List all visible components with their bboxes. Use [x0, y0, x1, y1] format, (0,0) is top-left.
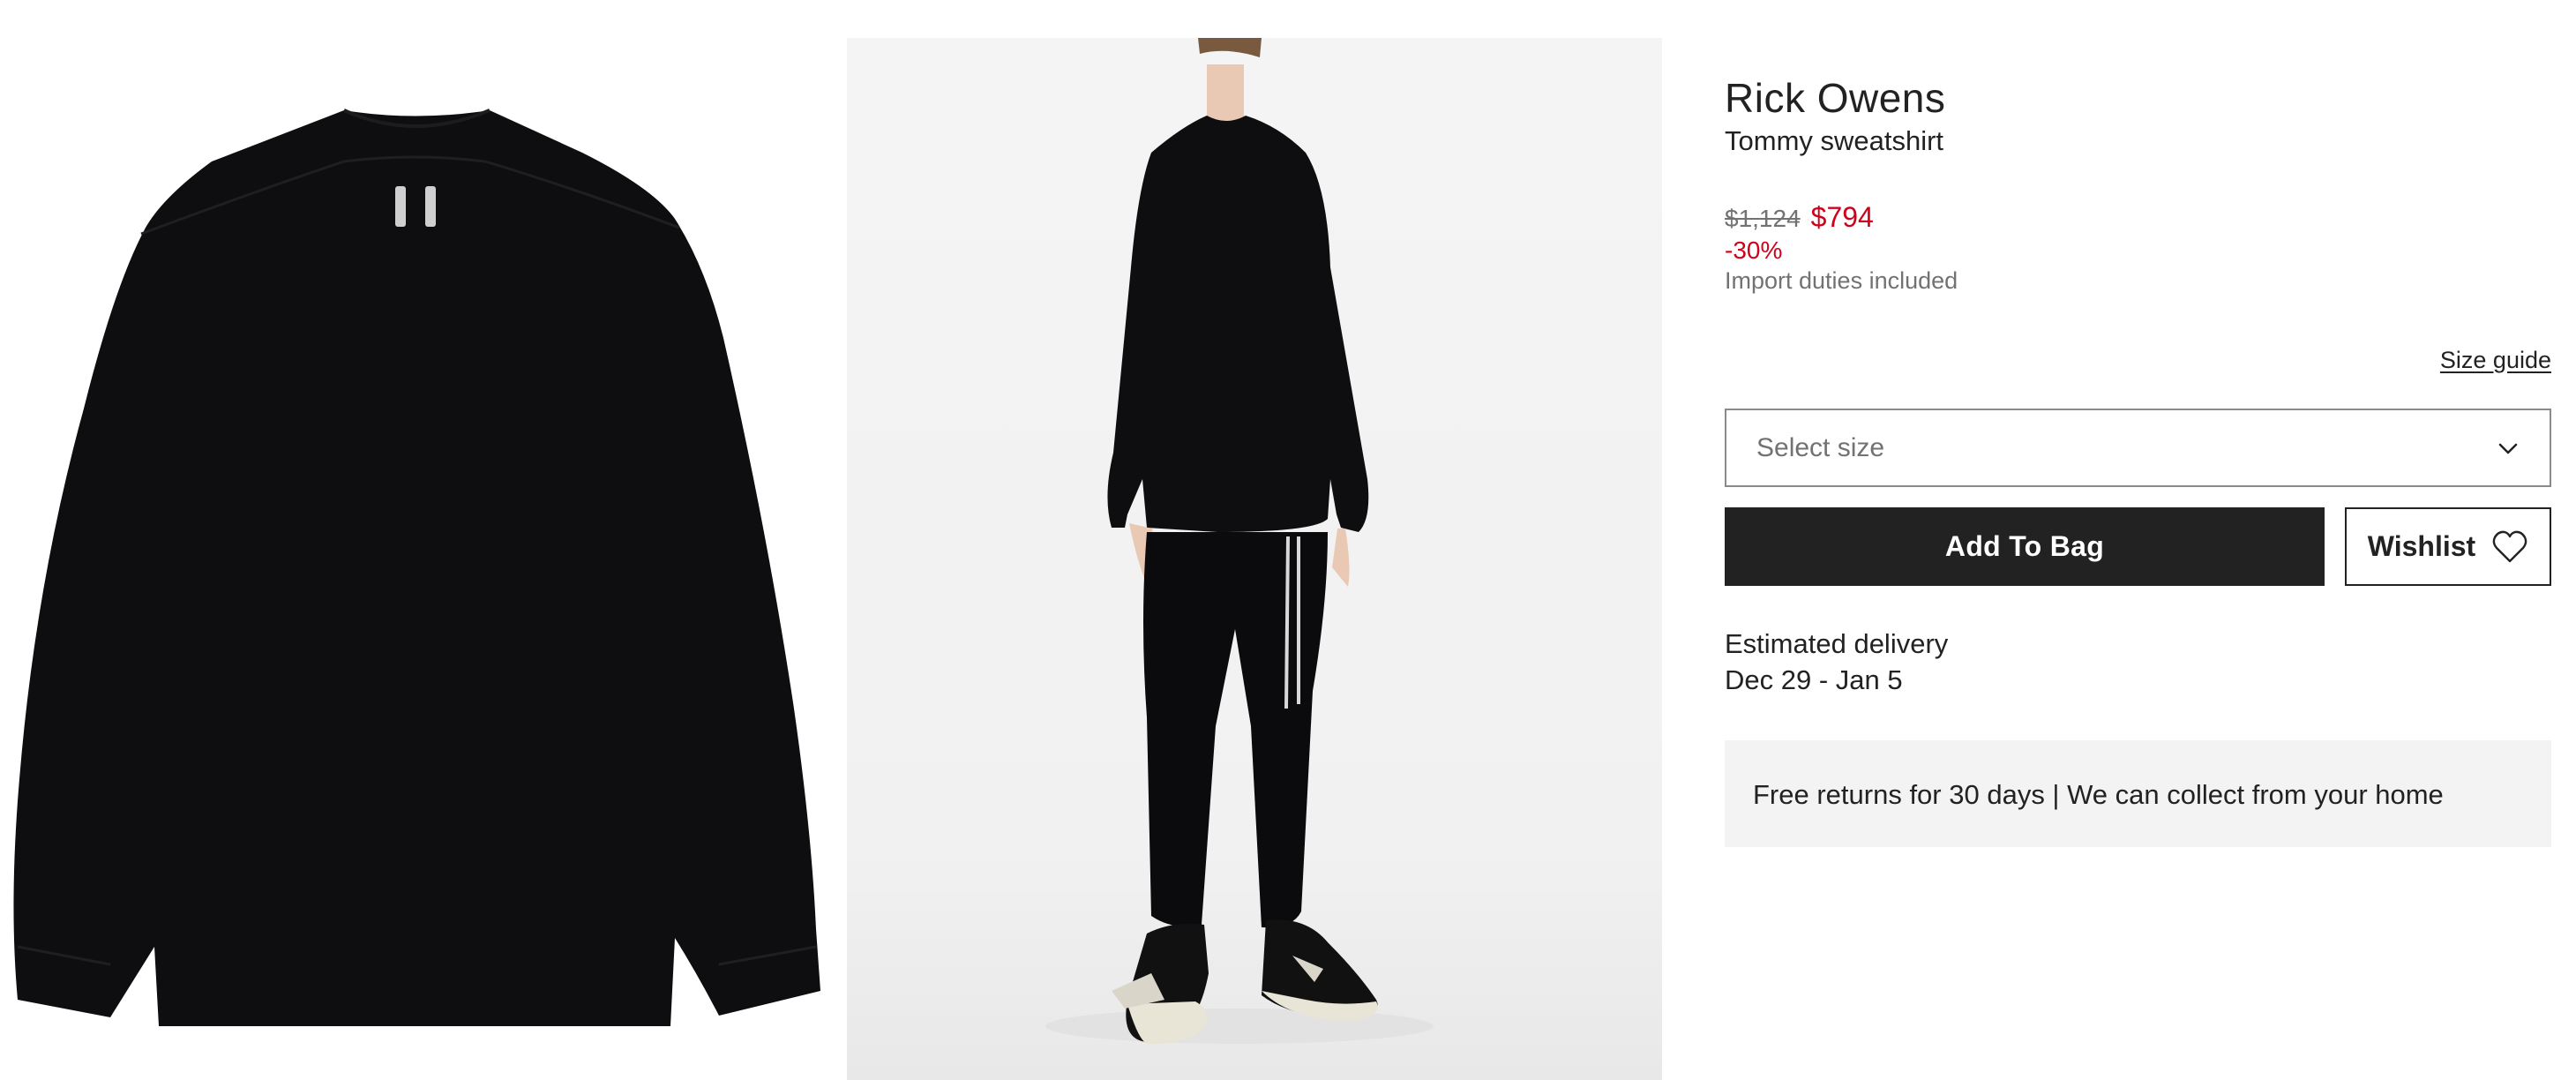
estimated-delivery-dates: Dec 29 - Jan 5: [1725, 664, 1903, 695]
discount-badge: -30%: [1725, 236, 1783, 264]
sweatshirt-image: [13, 109, 821, 1026]
duties-note: Import duties included: [1725, 267, 1958, 294]
brand-name[interactable]: Rick Owens: [1725, 74, 1945, 122]
add-to-bag-button[interactable]: Add To Bag: [1725, 507, 2325, 586]
free-returns-banner: Free returns for 30 days | We can collec…: [1725, 740, 2551, 847]
size-guide-link[interactable]: Size guide: [2440, 347, 2551, 374]
add-to-bag-label: Add To Bag: [1944, 530, 2105, 562]
product-name: Tommy sweatshirt: [1725, 125, 1944, 156]
chevron-down-icon: [2498, 443, 2518, 454]
size-select-placeholder: Select size: [1756, 433, 1885, 462]
price-row: $1,124 $794: [1725, 201, 1874, 234]
estimated-delivery-label: Estimated delivery: [1725, 628, 1949, 659]
wishlist-label: Wishlist: [2367, 530, 2476, 562]
product-image-front[interactable]: [0, 38, 829, 1080]
sale-price: $794: [1810, 201, 1874, 233]
free-returns-text: Free returns for 30 days | We can collec…: [1753, 779, 2444, 810]
heart-icon: [2492, 530, 2527, 562]
product-image-model[interactable]: [847, 38, 1662, 1080]
product-gallery: [0, 0, 1676, 1080]
wishlist-button[interactable]: Wishlist: [2345, 507, 2551, 586]
model-image: [1045, 38, 1434, 1045]
size-select-dropdown[interactable]: Select size: [1725, 409, 2551, 487]
product-info-panel: Rick Owens Tommy sweatshirt $1,124 $794 -…: [1725, 0, 2551, 1080]
original-price: $1,124: [1725, 205, 1801, 232]
